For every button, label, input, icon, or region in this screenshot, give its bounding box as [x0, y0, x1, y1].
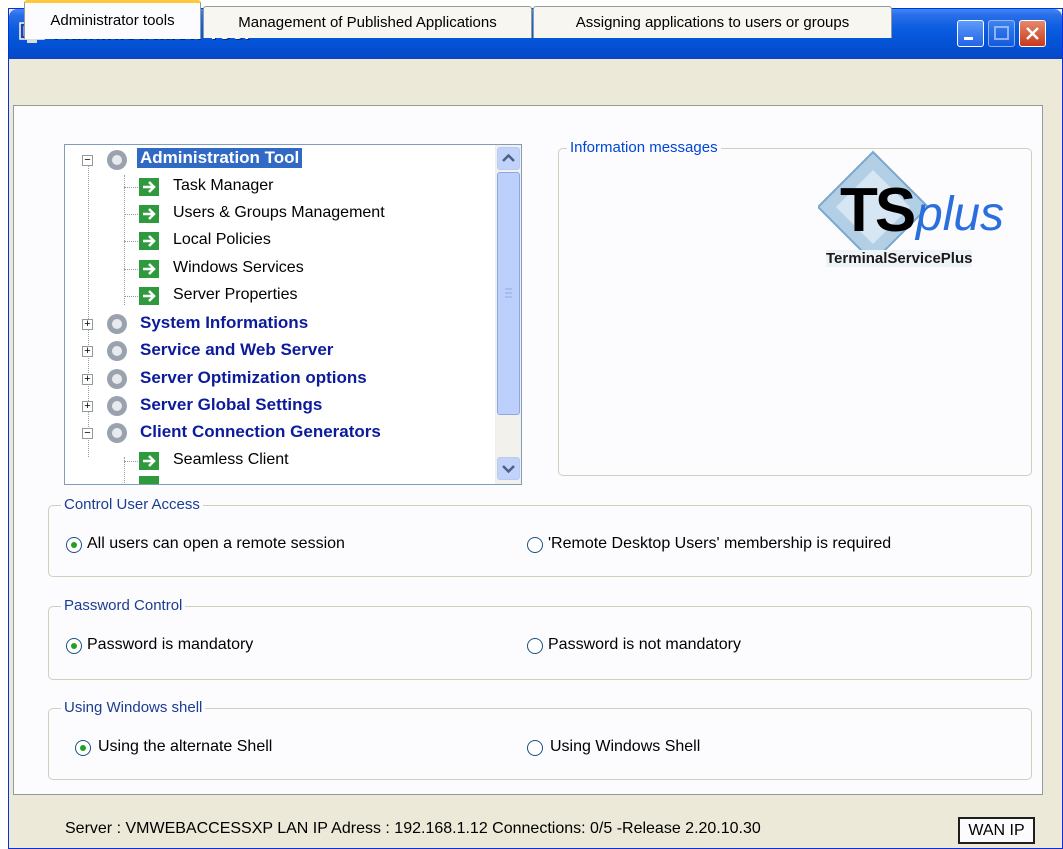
collapse-icon[interactable]: − [82, 155, 93, 166]
radio-password-mandatory-label[interactable]: Password is mandatory [87, 636, 253, 654]
radio-password-not-mandatory[interactable] [527, 638, 543, 654]
logo-accent-text: plus [916, 188, 1005, 241]
chevron-up-icon [502, 153, 515, 162]
node-label: System Informations [140, 313, 309, 332]
node-label: Server Optimization options [140, 368, 367, 387]
arrow-right-icon [139, 260, 159, 278]
arrow-right-icon [139, 476, 159, 484]
windows-shell-title: Using Windows shell [61, 699, 206, 716]
gear-icon [107, 423, 127, 443]
status-text: Server : VMWEBACCESSXP LAN IP Adress : 1… [65, 820, 761, 837]
expand-icon[interactable]: + [82, 374, 93, 385]
tree-item-label: Windows Services [173, 259, 304, 276]
radio-windows-shell-label[interactable]: Using Windows Shell [550, 738, 700, 756]
minimize-icon [964, 37, 973, 40]
logo-subtitle: TerminalServicePlus [826, 250, 973, 267]
arrow-right-icon [139, 178, 159, 196]
node-label: Service and Web Server [140, 340, 334, 359]
tree-scrollbar[interactable] [495, 145, 521, 484]
node-label: Administration Tool [137, 148, 303, 168]
tree-item-label: Seamless Client [173, 451, 289, 468]
radio-alternate-shell-label[interactable]: Using the alternate Shell [98, 738, 272, 756]
minimize-button[interactable] [957, 20, 984, 47]
scroll-down-button[interactable] [497, 457, 520, 480]
node-label: Server Global Settings [140, 395, 323, 414]
tree-item-label: Users & Groups Management [173, 204, 385, 221]
tree-item-label: Server Properties [173, 286, 298, 303]
password-control-title: Password Control [61, 597, 186, 614]
radio-alternate-shell[interactable] [75, 740, 91, 756]
expand-icon[interactable]: + [82, 319, 93, 330]
collapse-icon[interactable]: − [82, 428, 93, 439]
tab-administrator-tools[interactable]: Administrator tools [24, 0, 201, 39]
arrow-right-icon [139, 232, 159, 250]
radio-all-users-label[interactable]: All users can open a remote session [87, 535, 345, 553]
radio-password-mandatory[interactable] [66, 638, 82, 654]
radio-password-not-mandatory-label[interactable]: Password is not mandatory [548, 636, 741, 654]
arrow-right-icon [139, 287, 159, 305]
information-messages-title: Information messages [567, 139, 721, 156]
tree-item-label: Local Policies [173, 231, 271, 248]
maximize-icon [994, 26, 1009, 40]
expand-icon[interactable]: + [82, 401, 93, 412]
admin-tree-view[interactable]: − Administration Tool Task Manager Users… [64, 144, 522, 485]
expand-icon[interactable]: + [82, 346, 93, 357]
gear-icon [107, 341, 127, 361]
grip-icon [505, 288, 512, 298]
scroll-thumb[interactable] [497, 172, 520, 415]
tree-item-label: Task Manager [173, 177, 274, 194]
chevron-down-icon [502, 465, 515, 474]
gear-icon [107, 314, 127, 334]
tab-published-applications[interactable]: Management of Published Applications [203, 6, 532, 38]
logo-main-text: TS [840, 176, 916, 245]
radio-windows-shell[interactable] [527, 740, 543, 756]
wan-ip-button[interactable]: WAN IP [958, 817, 1035, 844]
scroll-up-button[interactable] [497, 147, 520, 170]
radio-rdu-membership[interactable] [527, 537, 543, 553]
close-button[interactable] [1019, 20, 1046, 47]
tab-assigning-applications[interactable]: Assigning applications to users or group… [533, 6, 892, 38]
gear-icon [107, 150, 127, 170]
gear-icon [107, 369, 127, 389]
arrow-right-icon [139, 205, 159, 223]
maximize-button[interactable] [988, 20, 1015, 47]
radio-all-users[interactable] [66, 537, 82, 553]
node-label: Client Connection Generators [140, 422, 381, 441]
arrow-right-icon [139, 452, 159, 470]
control-user-access-title: Control User Access [61, 496, 203, 513]
tsplus-logo: TS plus TerminalServicePlus [818, 150, 1028, 270]
tree-node-administration-tool[interactable]: − Administration Tool [65, 147, 495, 173]
radio-rdu-membership-label[interactable]: 'Remote Desktop Users' membership is req… [548, 535, 891, 553]
gear-icon [107, 396, 127, 416]
close-icon [1026, 27, 1039, 40]
